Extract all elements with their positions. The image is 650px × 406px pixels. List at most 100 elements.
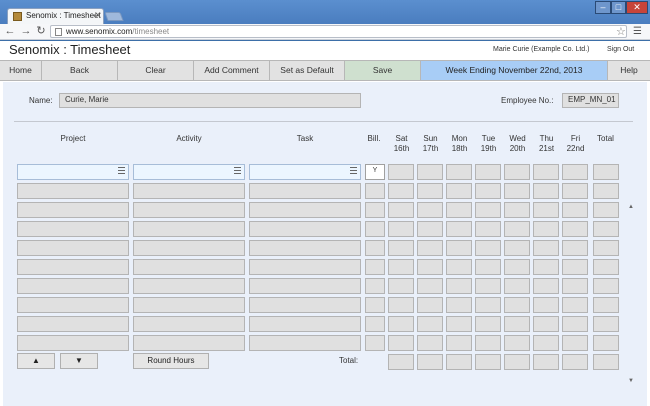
hours-cell[interactable]	[417, 183, 443, 199]
task-cell[interactable]	[249, 259, 361, 275]
hours-cell[interactable]	[446, 240, 472, 256]
hours-cell[interactable]	[417, 240, 443, 256]
hours-cell[interactable]	[446, 183, 472, 199]
task-cell[interactable]	[249, 278, 361, 294]
hours-cell[interactable]	[562, 221, 588, 237]
hours-cell[interactable]	[533, 297, 559, 313]
add-comment-button[interactable]: Add Comment	[194, 61, 270, 80]
hours-cell[interactable]	[504, 316, 530, 332]
task-cell[interactable]	[249, 221, 361, 237]
hours-cell[interactable]	[417, 164, 443, 180]
hours-cell[interactable]	[446, 259, 472, 275]
close-window-icon[interactable]: ✕	[626, 1, 648, 14]
reload-icon[interactable]: ↻	[35, 25, 47, 38]
hours-cell[interactable]	[475, 221, 501, 237]
activity-cell[interactable]	[133, 164, 245, 180]
hours-cell[interactable]	[446, 297, 472, 313]
hours-cell[interactable]	[475, 278, 501, 294]
billable-cell[interactable]	[365, 202, 385, 218]
hours-cell[interactable]	[475, 240, 501, 256]
tab-close-icon[interactable]: ✕	[94, 10, 102, 21]
activity-cell[interactable]	[133, 278, 245, 294]
hours-cell[interactable]	[417, 297, 443, 313]
help-button[interactable]: Help	[608, 61, 650, 80]
hours-cell[interactable]	[388, 221, 414, 237]
hours-cell[interactable]	[475, 297, 501, 313]
project-cell[interactable]	[17, 316, 129, 332]
hours-cell[interactable]	[504, 183, 530, 199]
hours-cell[interactable]	[504, 297, 530, 313]
task-cell[interactable]	[249, 297, 361, 313]
hours-cell[interactable]	[562, 164, 588, 180]
activity-cell[interactable]	[133, 297, 245, 313]
hours-cell[interactable]	[562, 202, 588, 218]
billable-cell[interactable]	[365, 183, 385, 199]
task-cell[interactable]	[249, 183, 361, 199]
hours-cell[interactable]	[388, 297, 414, 313]
sign-out-link[interactable]: Sign Out	[607, 46, 634, 53]
home-button[interactable]: Home	[0, 61, 42, 80]
hours-cell[interactable]	[446, 202, 472, 218]
project-cell[interactable]	[17, 240, 129, 256]
hours-cell[interactable]	[388, 164, 414, 180]
hours-cell[interactable]	[475, 183, 501, 199]
hours-cell[interactable]	[388, 335, 414, 351]
project-cell[interactable]	[17, 202, 129, 218]
browser-tab[interactable]: Senomix : Timesheet ✕	[7, 8, 104, 24]
hours-cell[interactable]	[388, 202, 414, 218]
billable-cell[interactable]: Y	[365, 164, 385, 180]
hours-cell[interactable]	[533, 316, 559, 332]
move-row-down-button[interactable]: ▼	[60, 353, 98, 369]
hours-cell[interactable]	[446, 278, 472, 294]
scroll-down-icon[interactable]: ▼	[628, 378, 634, 384]
project-cell[interactable]	[17, 278, 129, 294]
hours-cell[interactable]	[417, 259, 443, 275]
hours-cell[interactable]	[417, 335, 443, 351]
hours-cell[interactable]	[533, 183, 559, 199]
list-picker-icon[interactable]	[118, 167, 125, 175]
save-button[interactable]: Save	[345, 61, 421, 80]
forward-arrow-icon[interactable]: →	[20, 25, 32, 38]
billable-cell[interactable]	[365, 297, 385, 313]
project-cell[interactable]	[17, 259, 129, 275]
activity-cell[interactable]	[133, 259, 245, 275]
set-default-button[interactable]: Set as Default	[270, 61, 345, 80]
hours-cell[interactable]	[533, 240, 559, 256]
back-button[interactable]: Back	[42, 61, 118, 80]
week-ending-selector[interactable]: Week Ending November 22nd, 2013	[421, 61, 608, 80]
hours-cell[interactable]	[504, 278, 530, 294]
back-arrow-icon[interactable]: ←	[4, 25, 16, 38]
task-cell[interactable]	[249, 202, 361, 218]
hours-cell[interactable]	[446, 221, 472, 237]
hours-cell[interactable]	[504, 164, 530, 180]
project-cell[interactable]	[17, 164, 129, 180]
project-cell[interactable]	[17, 335, 129, 351]
hours-cell[interactable]	[504, 221, 530, 237]
bookmark-star-icon[interactable]: ☆	[616, 25, 626, 38]
clear-button[interactable]: Clear	[118, 61, 194, 80]
list-picker-icon[interactable]	[350, 167, 357, 175]
billable-cell[interactable]	[365, 316, 385, 332]
project-cell[interactable]	[17, 183, 129, 199]
hours-cell[interactable]	[504, 202, 530, 218]
scroll-up-icon[interactable]: ▲	[628, 204, 634, 210]
hours-cell[interactable]	[417, 202, 443, 218]
hours-cell[interactable]	[533, 278, 559, 294]
billable-cell[interactable]	[365, 278, 385, 294]
hours-cell[interactable]	[475, 164, 501, 180]
hours-cell[interactable]	[504, 240, 530, 256]
task-cell[interactable]	[249, 316, 361, 332]
hours-cell[interactable]	[562, 240, 588, 256]
hours-cell[interactable]	[388, 316, 414, 332]
hours-cell[interactable]	[388, 240, 414, 256]
hours-cell[interactable]	[446, 316, 472, 332]
hours-cell[interactable]	[562, 316, 588, 332]
hours-cell[interactable]	[533, 259, 559, 275]
hours-cell[interactable]	[446, 164, 472, 180]
hours-cell[interactable]	[388, 259, 414, 275]
minimize-icon[interactable]: –	[595, 1, 611, 14]
project-cell[interactable]	[17, 297, 129, 313]
activity-cell[interactable]	[133, 335, 245, 351]
hours-cell[interactable]	[388, 278, 414, 294]
hours-cell[interactable]	[533, 335, 559, 351]
